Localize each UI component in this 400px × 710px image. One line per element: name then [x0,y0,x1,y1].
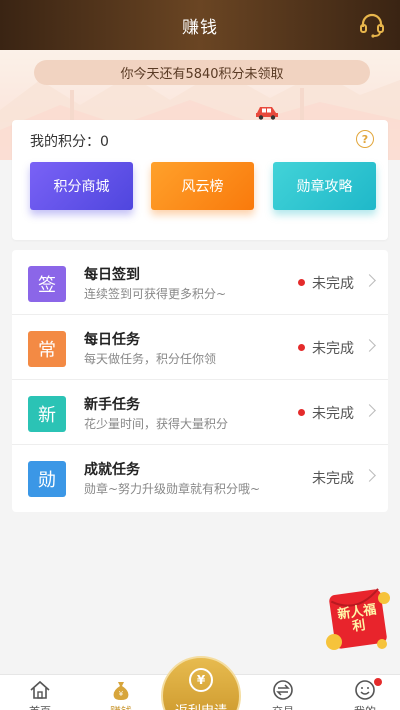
task-title: 每日签到 [84,267,140,283]
profile-smile-icon [355,680,375,700]
task-row-achievement-task[interactable]: 勋 成就任务 勋章~努力升级勋章就有积分哦~ 未完成 [12,445,388,510]
daily-task-icon: 常 [28,331,66,367]
nav-mine[interactable]: 我的 [340,677,390,710]
points-card: 我的积分：0 ? 积分商城 风云榜 勋章攻略 [12,120,388,240]
home-icon [30,680,50,699]
nav-earn[interactable]: ¥ 赚钱 [96,677,146,710]
achievement-task-icon: 勋 [28,461,66,497]
task-description: 花少量时间，获得大量积分 [84,417,229,431]
my-points-label: 我的积分：0 [30,134,109,150]
notification-dot [374,678,382,686]
checkin-icon: 签 [28,266,66,302]
chevron-right-icon [363,339,376,352]
task-description: 勋章~努力升级勋章就有积分哦~ [84,482,261,496]
chevron-right-icon [363,404,376,417]
newbie-task-icon: 新 [28,396,66,432]
points-mall-button[interactable]: 积分商城 [30,162,133,210]
status-dot [298,344,305,351]
task-status: 未完成 [312,276,354,292]
nav-mine-label: 我的 [340,703,390,710]
leaderboard-button[interactable]: 风云榜 [151,162,254,210]
task-row-daily-checkin[interactable]: 签 每日签到 连续签到可获得更多积分~ 未完成 [12,250,388,315]
task-row-daily-task[interactable]: 常 每日任务 每天做任务，积分任你领 未完成 [12,315,388,380]
badge-guide-button[interactable]: 勋章攻略 [273,162,376,210]
svg-text:¥: ¥ [119,690,124,698]
status-dot [298,279,305,286]
page-title: 赚钱 [182,17,218,38]
newcomer-bonus-envelope[interactable]: 新人福利 [324,584,392,654]
car-icon [256,107,278,120]
yuan-coin-icon: ¥ [189,668,213,692]
exchange-icon [273,680,293,700]
task-title: 新手任务 [84,397,140,413]
customer-service-icon[interactable] [358,12,386,38]
nav-trade[interactable]: 交易 [258,677,308,710]
task-status: 未完成 [312,406,354,422]
chevron-right-icon [363,274,376,287]
money-bag-icon: ¥ [113,682,129,700]
task-description: 连续签到可获得更多积分~ [84,287,227,301]
task-status: 未完成 [312,341,354,357]
task-list: 签 每日签到 连续签到可获得更多积分~ 未完成 常 每日任务 每天做任务，积分任… [12,250,388,512]
task-row-newbie-task[interactable]: 新 新手任务 花少量时间，获得大量积分 未完成 [12,380,388,445]
task-description: 每天做任务，积分任你领 [84,352,217,366]
rebate-apply-button[interactable]: ¥ 返利申请 [161,656,241,710]
rebate-apply-label: 返利申请 [163,700,239,710]
task-status: 未完成 [312,471,354,487]
help-icon[interactable]: ? [356,130,374,148]
status-dot [298,409,305,416]
chevron-right-icon [363,469,376,482]
nav-earn-label: 赚钱 [96,703,146,710]
task-title: 成就任务 [84,462,140,478]
unclaimed-points-notice[interactable]: 你今天还有5840积分未领取 [34,60,370,85]
nav-trade-label: 交易 [258,703,308,710]
nav-home-label: 首页 [15,703,65,710]
header-bar: 赚钱 [0,0,400,50]
task-title: 每日任务 [84,332,140,348]
nav-home[interactable]: 首页 [15,677,65,710]
